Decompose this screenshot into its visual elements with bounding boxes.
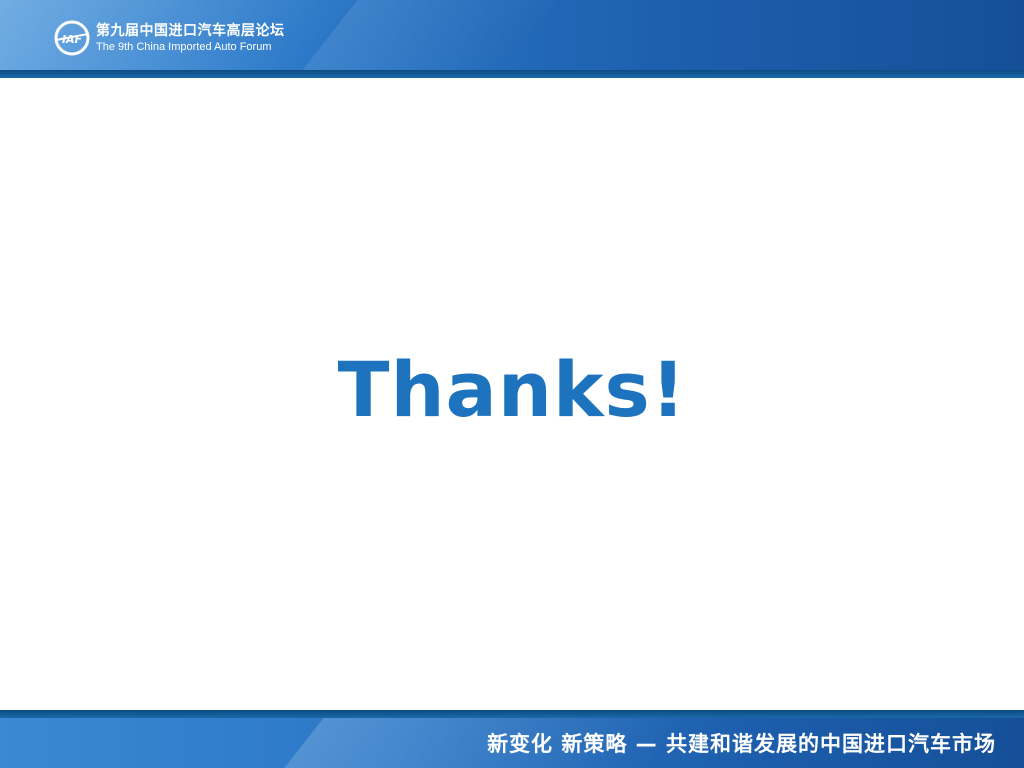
footer-divider [0, 710, 1024, 718]
iaf-logo-icon: IAF [54, 20, 90, 56]
logo-letters: IAF [62, 33, 83, 46]
header-banner: IAF 第九届中国进口汽车高层论坛 The 9th China Imported… [0, 0, 1024, 70]
forum-title-chinese: 第九届中国进口汽车高层论坛 [96, 23, 285, 39]
footer-banner: 新变化 新策略 — 共建和谐发展的中国进口汽车市场 [0, 718, 1024, 768]
forum-title-english: The 9th China Imported Auto Forum [96, 41, 272, 53]
header-divider [0, 70, 1024, 78]
thanks-message: Thanks! [337, 345, 687, 434]
footer-slogan: 新变化 新策略 — 共建和谐发展的中国进口汽车市场 [487, 732, 996, 756]
